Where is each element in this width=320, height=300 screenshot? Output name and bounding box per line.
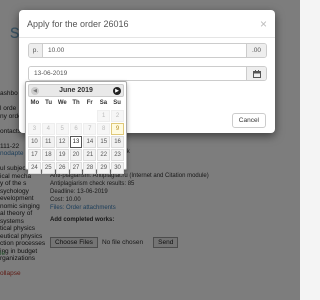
- date-input-group: [28, 66, 267, 81]
- day-cell[interactable]: 10: [28, 136, 41, 148]
- weekday-label: Th: [72, 100, 80, 106]
- day-cell[interactable]: 23: [111, 149, 124, 161]
- price-input-group: p. .00: [28, 43, 267, 58]
- weekday-label: Tu: [45, 100, 52, 106]
- modal-header: Apply for the order 26016 ×: [19, 10, 275, 38]
- day-cell[interactable]: 20: [69, 149, 83, 161]
- next-month-icon[interactable]: ▶: [113, 87, 121, 95]
- cancel-button[interactable]: Cancel: [231, 113, 266, 128]
- day-cell[interactable]: 16: [111, 136, 124, 148]
- empty-cell: [28, 110, 41, 122]
- day-grid: 1 2 3 4 5 6 7 8 9 10 11 12 13 14 15 16 17 18 19 20 21 22 23 24 2…: [28, 110, 124, 174]
- weekday-label: Sa: [99, 100, 108, 106]
- datepicker: ◀ June 2019 ▶ Mo Tu We Th Fr Sa Su 1 2 3 4 5 6 7 8 9 10…: [25, 81, 127, 174]
- day-cell: 3: [28, 123, 41, 135]
- weekday-label: Mo: [30, 100, 40, 106]
- empty-cell: [83, 110, 96, 122]
- day-cell[interactable]: 19: [55, 149, 69, 161]
- day-cell[interactable]: 15: [97, 136, 111, 148]
- currency-prefix: p.: [29, 44, 43, 57]
- day-cell[interactable]: 25: [41, 162, 55, 174]
- day-cell[interactable]: 18: [41, 149, 55, 161]
- weekday-label: We: [57, 100, 67, 106]
- empty-cell: [56, 110, 69, 122]
- day-cell[interactable]: 21: [83, 149, 97, 161]
- day-cell[interactable]: 13: [69, 136, 83, 148]
- day-cell[interactable]: 14: [83, 136, 97, 148]
- close-icon[interactable]: ×: [260, 18, 267, 30]
- day-cell[interactable]: 24: [28, 162, 41, 174]
- empty-cell: [42, 110, 55, 122]
- price-suffix: .00: [246, 44, 266, 57]
- day-cell[interactable]: 17: [28, 149, 41, 161]
- weekday-header: Mo Tu We Th Fr Sa Su: [28, 100, 124, 109]
- day-cell[interactable]: 12: [55, 136, 69, 148]
- date-input[interactable]: [29, 67, 246, 80]
- datepicker-header: ◀ June 2019 ▶: [28, 84, 124, 97]
- month-year-title: June 2019: [59, 87, 93, 94]
- day-cell[interactable]: 22: [97, 149, 111, 161]
- day-cell: 6: [69, 123, 83, 135]
- prev-month-icon[interactable]: ◀: [31, 87, 39, 95]
- day-cell: 7: [83, 123, 97, 135]
- day-cell: 4: [41, 123, 55, 135]
- day-cell[interactable]: 28: [83, 162, 97, 174]
- weekday-label: Su: [113, 100, 121, 106]
- day-cell[interactable]: 29: [97, 162, 111, 174]
- weekday-label: Fr: [86, 100, 93, 106]
- day-cell: 8: [97, 123, 111, 135]
- day-cell: 1: [97, 110, 111, 122]
- price-input[interactable]: [43, 44, 246, 57]
- day-cell[interactable]: 30: [111, 162, 124, 174]
- day-cell[interactable]: 11: [41, 136, 55, 148]
- modal-title: Apply for the order 26016: [27, 18, 129, 29]
- day-cell: 5: [55, 123, 69, 135]
- day-cell: 2: [111, 110, 124, 122]
- day-cell[interactable]: 27: [69, 162, 83, 174]
- day-cell[interactable]: 26: [55, 162, 69, 174]
- day-cell[interactable]: 9: [111, 123, 124, 135]
- calendar-icon[interactable]: [246, 67, 266, 80]
- empty-cell: [70, 110, 83, 122]
